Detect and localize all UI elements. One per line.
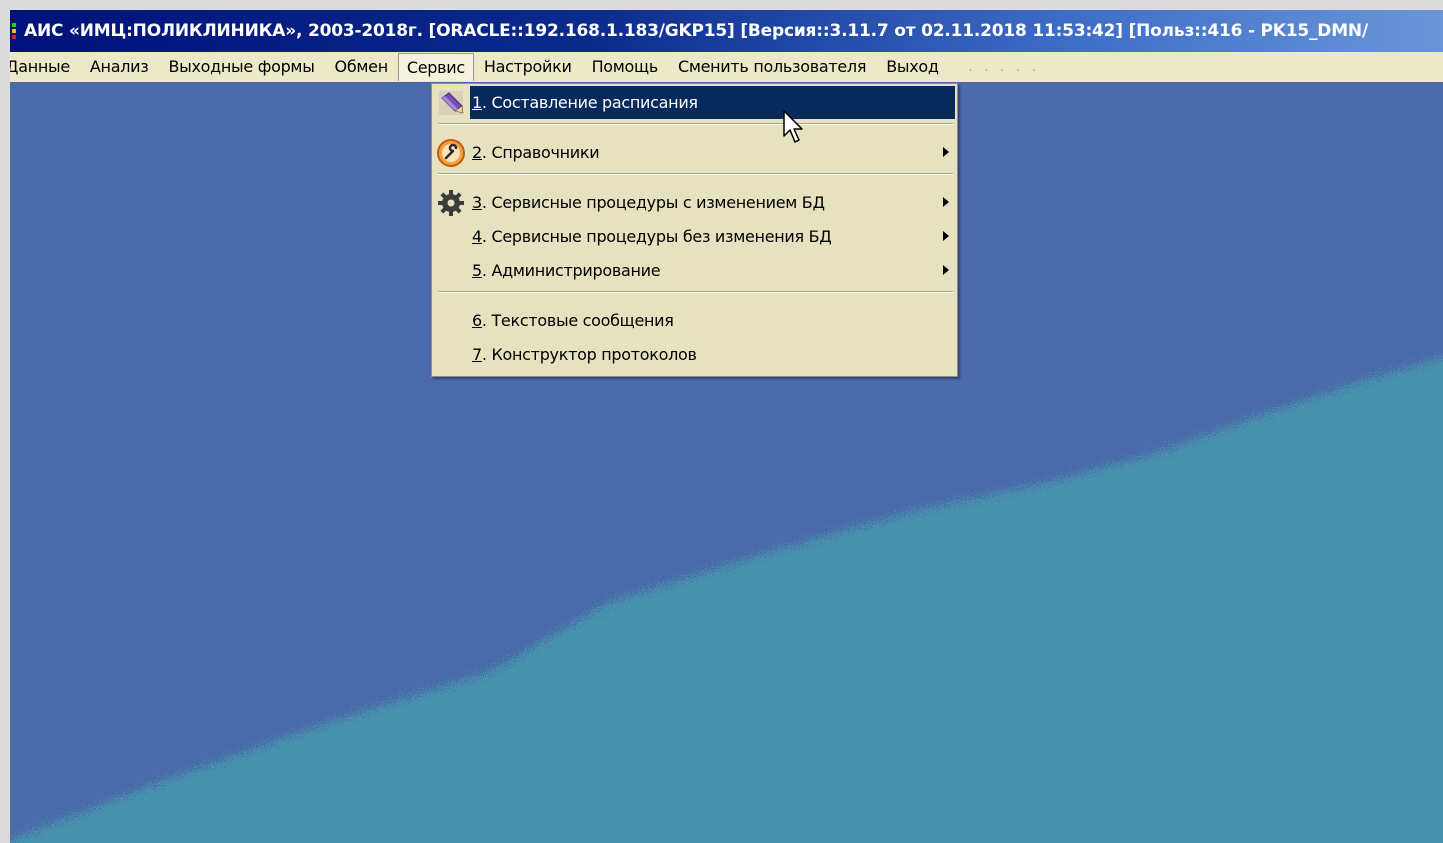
menu-item-schedule[interactable]: 1. Составление расписания — [434, 86, 955, 119]
mouse-cursor-icon — [783, 110, 803, 143]
menu-item-protocol-constructor[interactable]: 7. Конструктор протоколов — [434, 338, 955, 371]
wrench-circle-icon — [434, 136, 468, 169]
menu-item-number: 6 — [472, 311, 482, 330]
menu-item-label: . Сервисные процедуры с изменением БД — [481, 193, 825, 212]
menubar-filler-dots: ..... — [968, 60, 1048, 74]
menu-bar: Данные Анализ Выходные формы Обмен Серви… — [10, 52, 1443, 83]
menu-item-label: . Справочники — [481, 143, 600, 162]
service-dropdown-menu: 1. Составление расписания 2. Справочники — [431, 83, 958, 377]
application-window: АИС «ИМЦ:ПОЛИКЛИНИКА», 2003-2018г. [ORAC… — [10, 10, 1443, 843]
menu-item-service-procedures-without-db-change[interactable]: 4. Сервисные процедуры без изменения БД — [434, 220, 955, 253]
menu-item-number: 1 — [472, 93, 482, 112]
menu-settings[interactable]: Настройки — [474, 54, 582, 80]
menu-item-text-messages[interactable]: 6. Текстовые сообщения — [434, 304, 955, 337]
menu-item-number: 5 — [472, 261, 482, 280]
submenu-arrow-icon — [943, 265, 949, 275]
menu-separator — [438, 173, 953, 175]
app-icon — [12, 23, 18, 39]
menu-item-number: 7 — [472, 345, 482, 364]
window-title: АИС «ИМЦ:ПОЛИКЛИНИКА», 2003-2018г. [ORAC… — [24, 21, 1368, 41]
submenu-arrow-icon — [943, 147, 949, 157]
menu-item-references[interactable]: 2. Справочники — [434, 136, 955, 169]
submenu-arrow-icon — [943, 231, 949, 241]
menu-output-forms[interactable]: Выходные формы — [158, 54, 324, 80]
menu-item-service-procedures-with-db-change[interactable]: 3. Сервисные процедуры с изменением БД — [434, 186, 955, 219]
menu-switch-user[interactable]: Сменить пользователя — [668, 54, 876, 80]
menu-data[interactable]: Данные — [10, 54, 80, 80]
menu-service[interactable]: Сервис — [397, 53, 474, 81]
menu-analysis[interactable]: Анализ — [80, 54, 159, 80]
menu-item-number: 4 — [472, 227, 482, 246]
title-bar[interactable]: АИС «ИМЦ:ПОЛИКЛИНИКА», 2003-2018г. [ORAC… — [10, 10, 1443, 52]
menu-item-label: . Сервисные процедуры без изменения БД — [481, 227, 832, 246]
menu-item-label: . Конструктор протоколов — [481, 345, 697, 364]
schedule-pencil-icon — [434, 86, 468, 119]
menu-item-label: . Составление расписания — [481, 93, 698, 112]
menu-separator — [438, 123, 953, 125]
menu-item-administration[interactable]: 5. Администрирование — [434, 254, 955, 287]
menu-item-number: 2 — [472, 143, 482, 162]
menu-exit[interactable]: Выход — [876, 54, 948, 80]
gear-icon — [434, 186, 468, 219]
menu-item-label: . Текстовые сообщения — [481, 311, 674, 330]
menu-exchange[interactable]: Обмен — [325, 54, 398, 80]
menu-help[interactable]: Помощь — [582, 54, 668, 80]
menu-item-number: 3 — [472, 193, 482, 212]
menu-separator — [438, 291, 953, 293]
submenu-arrow-icon — [943, 197, 949, 207]
menu-item-label: . Администрирование — [481, 261, 661, 280]
